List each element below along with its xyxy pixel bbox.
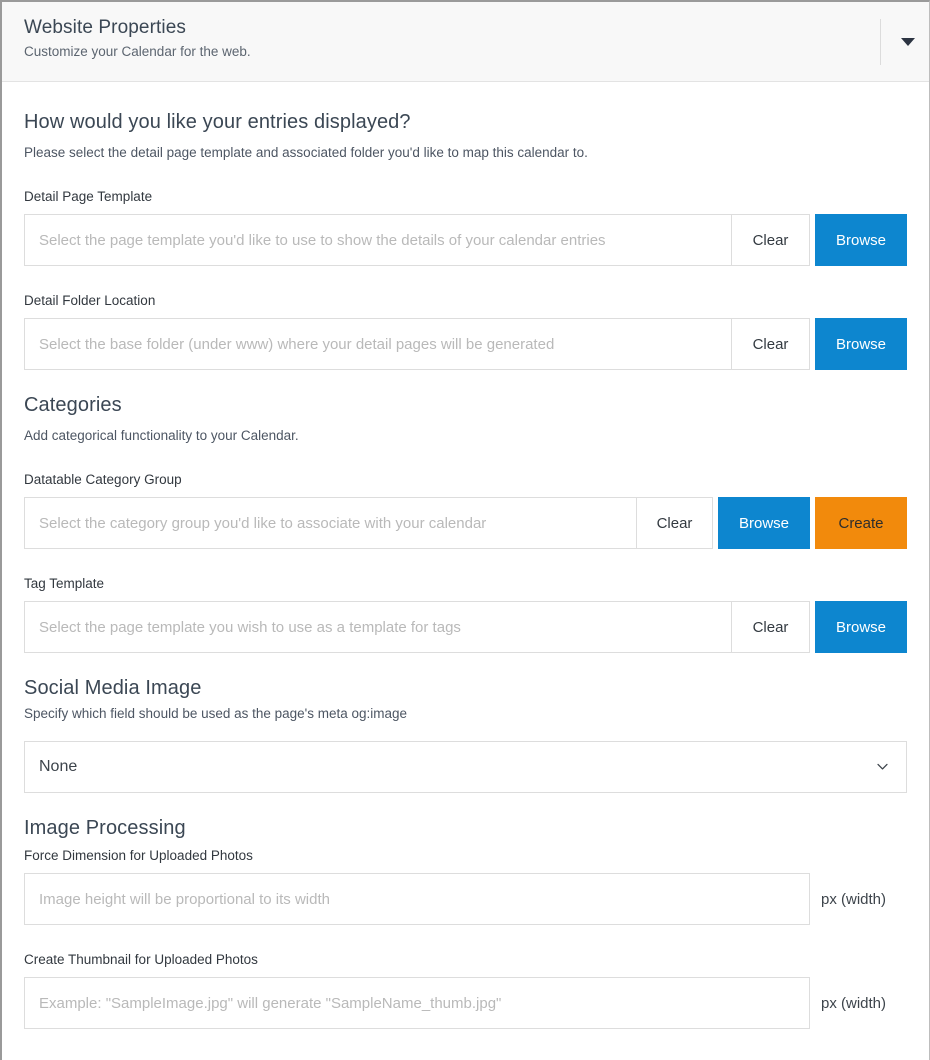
page-subtitle: Customize your Calendar for the web. [24,44,251,59]
website-properties-panel: Website Properties Customize your Calend… [0,0,930,1060]
detail-page-template-browse-button[interactable]: Browse [815,214,907,266]
categories-section-heading: Categories [24,394,122,416]
detail-folder-location-browse-button[interactable]: Browse [815,318,907,370]
tag-template-browse-button[interactable]: Browse [815,601,907,653]
detail-folder-location-label: Detail Folder Location [24,293,156,308]
force-dimension-label: Force Dimension for Uploaded Photos [24,848,253,863]
create-thumbnail-input[interactable] [24,977,810,1029]
force-dimension-row: px (width) [24,873,907,925]
social-media-image-field-wrap: None [24,741,907,793]
detail-folder-location-clear-button[interactable]: Clear [732,318,810,370]
datatable-category-group-label: Datatable Category Group [24,472,182,487]
datatable-category-group-create-button[interactable]: Create [815,497,907,549]
detail-page-template-input[interactable] [24,214,732,266]
social-media-image-select[interactable]: None [24,741,907,793]
datatable-category-group-clear-button[interactable]: Clear [637,497,713,549]
force-dimension-input[interactable] [24,873,810,925]
detail-folder-location-input[interactable] [24,318,732,370]
panel-header: Website Properties Customize your Calend… [2,2,929,82]
create-thumbnail-label: Create Thumbnail for Uploaded Photos [24,952,258,967]
panel-body: How would you like your entries displaye… [2,111,929,1029]
entries-section-heading: How would you like your entries displaye… [24,111,411,133]
tag-template-input[interactable] [24,601,732,653]
social-media-image-selected-value: None [39,758,78,775]
detail-page-template-label: Detail Page Template [24,189,153,204]
entries-section-description: Please select the detail page template a… [24,145,588,160]
tag-template-label: Tag Template [24,576,105,591]
social-media-section-heading: Social Media Image [24,677,202,699]
datatable-category-group-input[interactable] [24,497,637,549]
header-divider [880,19,881,65]
tag-template-row: Clear Browse [24,601,907,653]
tag-template-clear-button[interactable]: Clear [732,601,810,653]
page-title: Website Properties [24,17,186,38]
detail-folder-location-row: Clear Browse [24,318,907,370]
detail-page-template-row: Clear Browse [24,214,907,266]
image-processing-section-heading: Image Processing [24,817,186,839]
detail-page-template-clear-button[interactable]: Clear [732,214,810,266]
force-dimension-unit-label: px (width) [821,890,887,908]
datatable-category-group-browse-button[interactable]: Browse [718,497,810,549]
categories-section-description: Add categorical functionality to your Ca… [24,428,299,443]
create-thumbnail-row: px (width) [24,977,907,1029]
social-media-section-description: Specify which field should be used as th… [24,706,408,721]
datatable-category-group-row: Clear Browse Create [24,497,907,549]
caret-down-icon[interactable] [901,38,915,46]
create-thumbnail-unit-label: px (width) [821,994,887,1012]
